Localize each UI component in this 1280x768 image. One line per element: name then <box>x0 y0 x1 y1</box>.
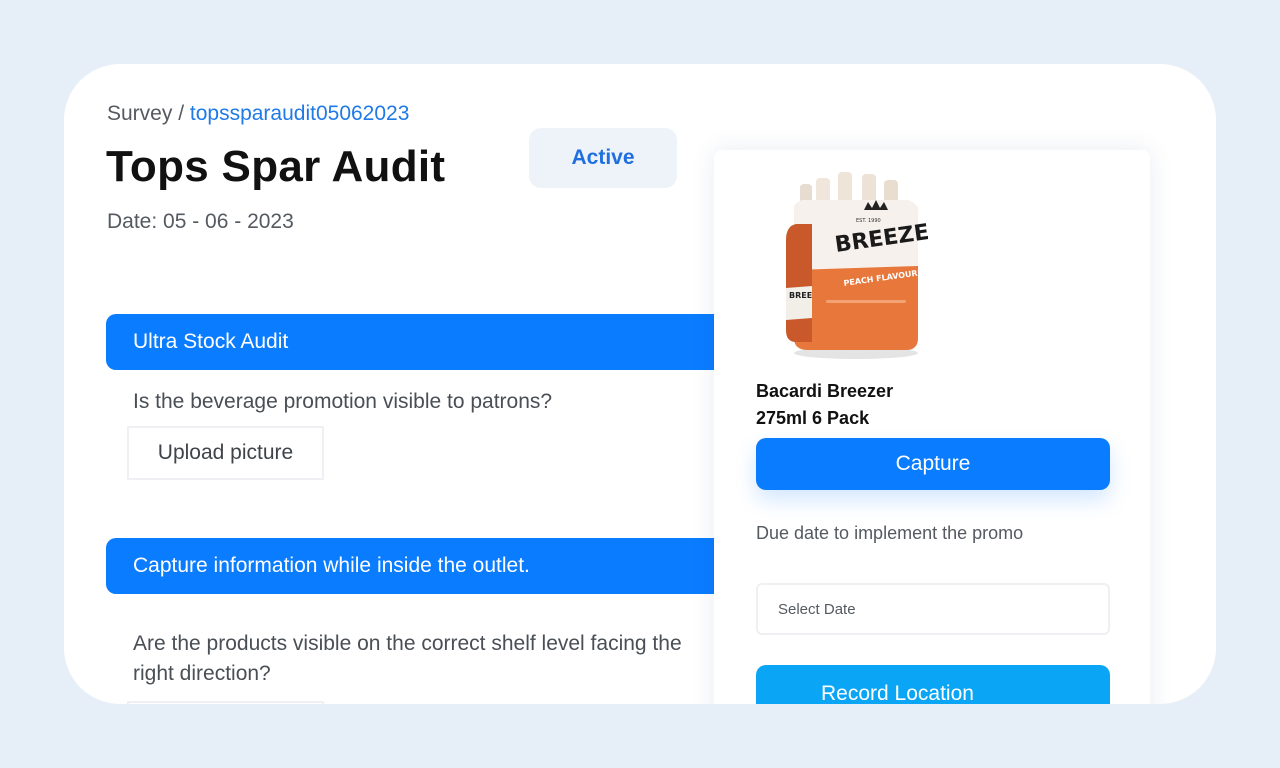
select-date-input[interactable] <box>756 583 1110 635</box>
product-name-line1: Bacardi Breezer <box>756 381 894 401</box>
breadcrumb-separator: / <box>172 102 190 125</box>
question-shelf-level: Are the products visible on the correct … <box>133 632 682 685</box>
record-location-button[interactable]: Record Location <box>756 665 1110 704</box>
status-badge: Active <box>529 128 677 188</box>
survey-card: Survey / topssparaudit05062023 Tops Spar… <box>64 64 1216 704</box>
product-name: Bacardi Breezer 275ml 6 Pack <box>756 378 893 432</box>
product-image: BREE EST. 1990 BREEZER PEACH FLAVOURED <box>786 172 928 359</box>
section-header-capture-information: Capture information while inside the out… <box>106 538 726 594</box>
upload-picture-button[interactable]: Upload picture <box>127 426 324 480</box>
section-header-ultra-stock-audit: Ultra Stock Audit <box>106 314 726 370</box>
product-est-text: EST. 1990 <box>856 218 881 224</box>
question-promotion-visible: Is the beverage promotion visible to pat… <box>133 390 553 413</box>
page-title: Tops Spar Audit <box>106 142 446 191</box>
breadcrumb-current-link[interactable]: topssparaudit05062023 <box>190 102 410 125</box>
outer-frame: Survey / topssparaudit05062023 Tops Spar… <box>0 0 1280 768</box>
capture-button[interactable]: Capture <box>756 438 1110 490</box>
breadcrumb-root[interactable]: Survey <box>107 102 172 125</box>
product-name-line2: 275ml 6 Pack <box>756 408 870 428</box>
due-date-label: Due date to implement the promo <box>756 523 1024 543</box>
product-panel: BREE EST. 1990 BREEZER PEACH FLAVOURED B… <box>714 150 1150 704</box>
breadcrumb: Survey / topssparaudit05062023 <box>107 102 409 126</box>
upload-picture-button-partial[interactable] <box>127 701 324 704</box>
survey-date: Date: 05 - 06 - 2023 <box>107 210 294 233</box>
product-side-brand: BREE <box>789 291 812 300</box>
